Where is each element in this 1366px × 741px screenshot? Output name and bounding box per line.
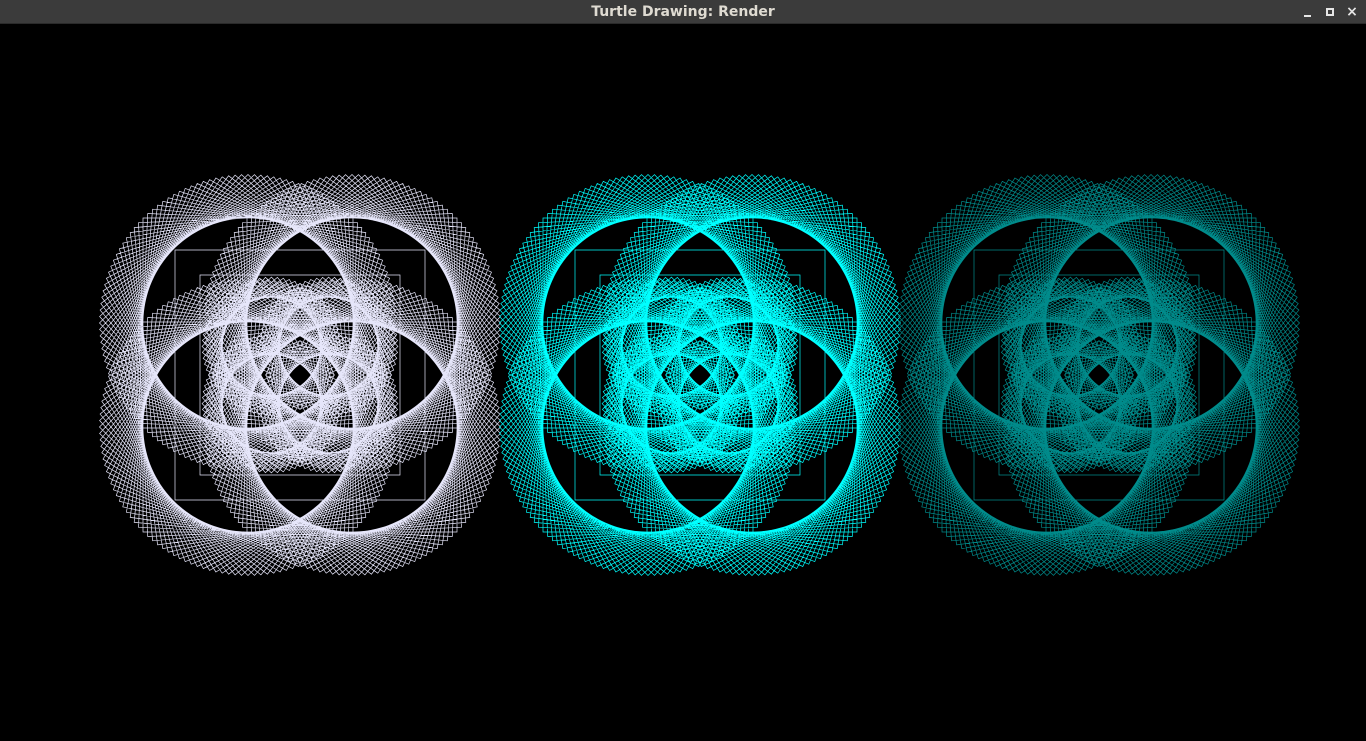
cyan-figure — [499, 174, 901, 576]
window-title: Turtle Drawing: Render — [591, 4, 775, 20]
render-surface — [99, 174, 1300, 576]
cyan-figure-strokes — [499, 174, 901, 576]
teal-figure-strokes — [898, 174, 1300, 576]
drawing-canvas — [0, 24, 1366, 741]
minimize-icon — [1304, 15, 1311, 17]
window-titlebar[interactable]: Turtle Drawing: Render × — [0, 0, 1366, 24]
maximize-icon — [1326, 8, 1334, 16]
lavender-figure — [99, 174, 501, 576]
minimize-button[interactable] — [1300, 4, 1316, 20]
close-icon: × — [1346, 4, 1358, 20]
teal-figure — [898, 174, 1300, 576]
maximize-button[interactable] — [1322, 4, 1338, 20]
window-controls: × — [1300, 0, 1360, 24]
lavender-figure-strokes — [99, 174, 501, 576]
close-button[interactable]: × — [1344, 4, 1360, 20]
